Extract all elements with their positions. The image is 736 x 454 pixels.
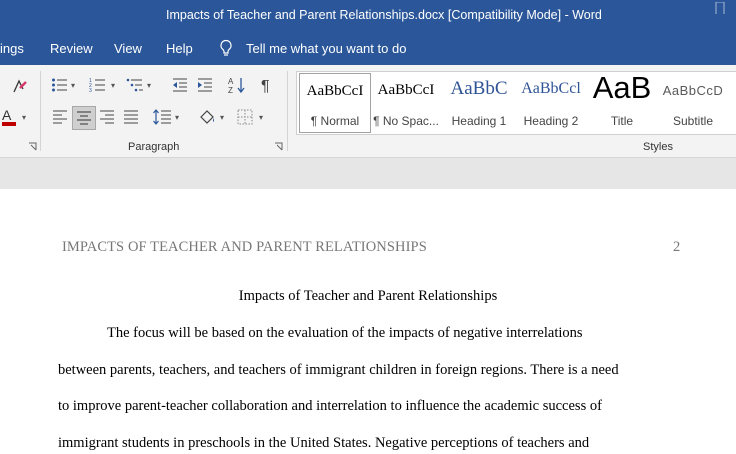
- style-sample: AaBbCcI: [306, 83, 364, 99]
- align-center-icon[interactable]: [72, 106, 96, 130]
- group-separator: [40, 71, 41, 151]
- svg-text:3: 3: [89, 88, 92, 93]
- numbering-dropdown-icon[interactable]: ▾: [111, 81, 115, 90]
- style-name: Heading 1: [451, 114, 507, 128]
- svg-text:Z: Z: [228, 86, 233, 94]
- styles-gallery: AaBbCcI ¶ Normal AaBbCcI ¶ No Spac... Aa…: [296, 70, 736, 135]
- document-page[interactable]: IMPACTS OF TEACHER AND PARENT RELATIONSH…: [0, 189, 736, 454]
- style-heading-1[interactable]: AaBbC Heading 1: [445, 72, 513, 134]
- font-dialog-launcher-icon[interactable]: [28, 142, 37, 151]
- paragraph-group-label: Paragraph: [128, 141, 180, 153]
- font-color-dropdown-icon[interactable]: ▾: [22, 113, 26, 122]
- tab-review[interactable]: Review: [50, 41, 93, 56]
- borders-dropdown-icon[interactable]: ▾: [259, 113, 263, 122]
- style-subtitle[interactable]: AaBbCcD Subtitle: [661, 72, 725, 134]
- ribbon: A ▾ ▾ 123 ▾ ▾ AZ ¶ ▾ ▾ ▾ Paragraph AaBbC…: [0, 65, 736, 158]
- document-canvas-background: [0, 158, 736, 189]
- style-sample: AaBbC: [450, 78, 508, 99]
- style-sample: AaBbCcI: [377, 82, 435, 98]
- numbering-icon[interactable]: 123: [88, 75, 108, 95]
- style-name: ¶ No Spac...: [373, 114, 439, 128]
- body-line: between parents, teachers, and teachers …: [58, 362, 619, 378]
- tell-me-search[interactable]: Tell me what you want to do: [246, 41, 406, 56]
- tab-help[interactable]: Help: [166, 41, 193, 56]
- body-line: immigrant students in preschools in the …: [58, 435, 590, 451]
- style-heading-2[interactable]: AaBbCcl Heading 2: [519, 72, 583, 134]
- justify-icon[interactable]: [121, 107, 141, 127]
- title-bar: Impacts of Teacher and Parent Relationsh…: [0, 0, 736, 33]
- style-name: ¶ Normal: [310, 114, 360, 128]
- multilevel-list-icon[interactable]: [125, 75, 145, 95]
- style-title[interactable]: AaB Title: [589, 70, 655, 134]
- svg-text:A: A: [228, 77, 234, 86]
- bullets-dropdown-icon[interactable]: ▾: [71, 81, 75, 90]
- restore-icon[interactable]: [714, 2, 726, 14]
- ribbon-tabs: ings Review View Help Tell me what you w…: [0, 33, 736, 65]
- shading-dropdown-icon[interactable]: ▾: [220, 113, 224, 122]
- window-title: Impacts of Teacher and Parent Relationsh…: [166, 8, 602, 22]
- lightbulb-icon[interactable]: [219, 39, 233, 57]
- svg-text:A: A: [2, 107, 12, 123]
- styles-group-label: Styles: [643, 141, 673, 153]
- font-color-icon[interactable]: A: [0, 107, 20, 127]
- style-sample: AaB: [592, 70, 652, 105]
- document-title: Impacts of Teacher and Parent Relationsh…: [238, 288, 498, 304]
- increase-indent-icon[interactable]: [195, 75, 215, 95]
- page-number: 2: [673, 239, 681, 255]
- line-spacing-dropdown-icon[interactable]: ▾: [175, 113, 179, 122]
- body-line: to improve parent-teacher collaboration …: [58, 398, 602, 414]
- align-left-icon[interactable]: [50, 107, 70, 127]
- tab-view[interactable]: View: [114, 41, 142, 56]
- show-formatting-marks-icon[interactable]: ¶: [257, 75, 277, 95]
- style-sample: AaBbCcl: [521, 80, 581, 97]
- style-no-spacing[interactable]: AaBbCcI ¶ No Spac...: [373, 72, 439, 134]
- bullets-icon[interactable]: [50, 75, 70, 95]
- borders-icon[interactable]: [235, 107, 255, 127]
- group-separator: [287, 71, 288, 151]
- style-name: Title: [610, 114, 634, 128]
- style-name: Subtitle: [672, 114, 714, 128]
- style-name: Heading 2: [523, 114, 579, 128]
- shading-icon[interactable]: [197, 107, 217, 127]
- decrease-indent-icon[interactable]: [170, 75, 190, 95]
- line-spacing-icon[interactable]: [152, 107, 172, 127]
- text-effects-icon[interactable]: [10, 77, 30, 97]
- svg-text:¶: ¶: [261, 78, 270, 94]
- tab-design-partial[interactable]: ings: [0, 41, 24, 56]
- style-sample: AaBbCcD: [662, 83, 724, 98]
- running-header: IMPACTS OF TEACHER AND PARENT RELATIONSH…: [62, 239, 427, 255]
- style-normal[interactable]: AaBbCcI ¶ Normal: [299, 73, 371, 133]
- multilevel-dropdown-icon[interactable]: ▾: [147, 81, 151, 90]
- sort-icon[interactable]: AZ: [227, 75, 247, 95]
- paragraph-dialog-launcher-icon[interactable]: [274, 142, 283, 151]
- body-line: The focus will be based on the evaluatio…: [107, 325, 583, 341]
- align-right-icon[interactable]: [97, 107, 117, 127]
